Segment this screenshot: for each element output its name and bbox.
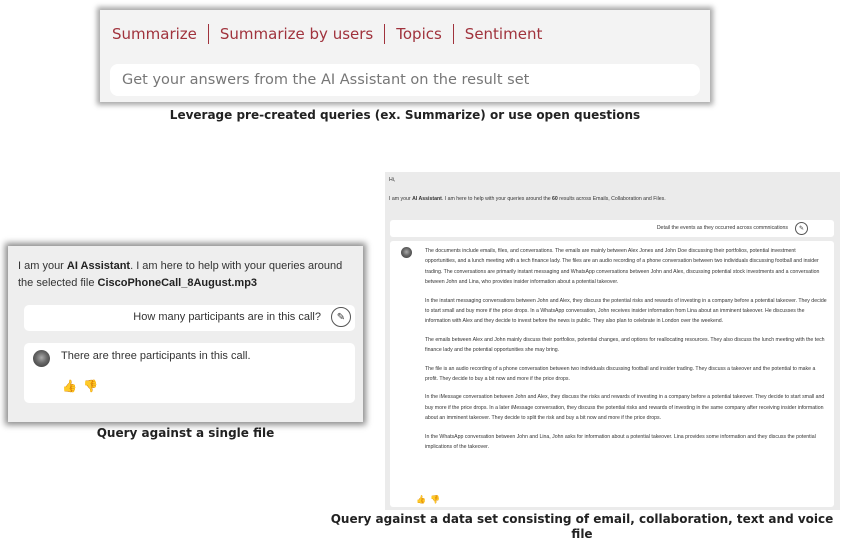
thumbs-down-icon[interactable]: 👎 (430, 495, 440, 504)
single-file-chat-panel: I am your AI Assistant. I am here to hel… (8, 246, 363, 422)
user-question-bubble: How many participants are in this call? … (24, 305, 355, 331)
feedback-buttons: 👍 👎 (62, 379, 98, 393)
answer-paragraph: In the iMessage conversation between Joh… (425, 394, 825, 422)
assistant-answer-bubble: There are three participants in this cal… (24, 343, 355, 403)
assistant-intro: I am your AI Assistant. I am here to hel… (389, 196, 666, 202)
dataset-caption: Query against a data set consisting of e… (330, 512, 834, 541)
top-caption: Leverage pre-created queries (ex. Summar… (169, 108, 641, 122)
answer-paragraph: In the WhatsApp conversation between Joh… (425, 433, 816, 451)
query-toolbar-panel: Summarize Summarize by users Topics Sent… (100, 10, 710, 102)
thumbs-down-icon[interactable]: 👎 (83, 379, 98, 393)
feedback-buttons: 👍 👎 (416, 495, 440, 504)
user-question-text: Detail the events as they occurred acros… (656, 225, 788, 231)
answer-paragraph: The emails between Alex and John mainly … (425, 336, 825, 354)
user-question-bubble: Detail the events as they occurred acros… (390, 220, 834, 237)
thumbs-up-icon[interactable]: 👍 (416, 495, 426, 504)
user-avatar-icon: ✎ (331, 307, 351, 327)
tab-divider (384, 24, 386, 44)
assistant-avatar-icon (401, 247, 412, 258)
tab-topics[interactable]: Topics (396, 25, 442, 43)
thumbs-up-icon[interactable]: 👍 (62, 379, 77, 393)
tab-divider (452, 24, 454, 44)
answer-paragraph: In the instant messaging conversations b… (425, 297, 827, 325)
assistant-answer-text: There are three participants in this cal… (61, 350, 251, 362)
dataset-chat-panel: Hi, I am your AI Assistant. I am here to… (385, 172, 840, 510)
answer-paragraph: The file is an audio recording of a phon… (425, 365, 816, 383)
assistant-greeting: Hi, (389, 177, 396, 183)
prebuilt-query-tabs: Summarize Summarize by users Topics Sent… (112, 24, 542, 44)
assistant-intro: I am your AI Assistant. I am here to hel… (18, 260, 343, 289)
tab-sentiment[interactable]: Sentiment (465, 25, 543, 43)
tab-summarize-by-users[interactable]: Summarize by users (220, 25, 373, 43)
answer-paragraph: The documents include emails, files, and… (425, 248, 820, 286)
tab-summarize[interactable]: Summarize (112, 25, 197, 43)
tab-divider (207, 24, 209, 44)
user-question-text: How many participants are in this call? (133, 311, 321, 323)
assistant-answer-bubble: The documents include emails, files, and… (390, 241, 834, 507)
user-avatar-icon: ✎ (795, 222, 808, 235)
assistant-avatar-icon (33, 350, 50, 367)
single-file-caption: Query against a single file (96, 426, 275, 440)
assistant-answer-text: The documents include emails, files, and… (425, 246, 827, 461)
ai-assistant-query-input[interactable]: Get your answers from the AI Assistant o… (110, 64, 700, 96)
